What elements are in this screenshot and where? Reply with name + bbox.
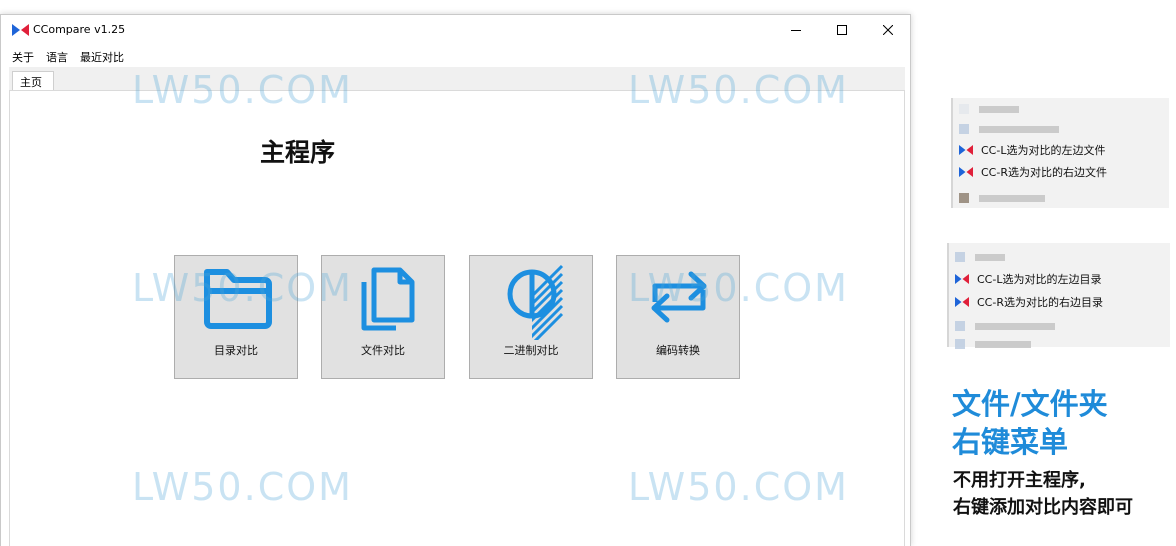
title-bar[interactable]: CCompare v1.25 xyxy=(1,15,910,45)
encoding-convert-button[interactable]: 编码转换 xyxy=(616,255,740,379)
blurred-menu-item xyxy=(959,124,1059,134)
blurred-menu-item xyxy=(955,321,1055,331)
context-item-label: CC-R选为对比的右边文件 xyxy=(981,166,1107,179)
maximize-button[interactable] xyxy=(819,15,865,45)
ccompare-logo-icon xyxy=(12,24,29,36)
ccompare-icon xyxy=(959,145,973,155)
blurred-icon xyxy=(959,124,969,134)
blurred-icon xyxy=(955,339,965,349)
page-title: 主程序 xyxy=(260,138,336,167)
ccompare-icon xyxy=(955,297,969,307)
files-icon xyxy=(361,267,415,331)
context-item-label: CC-R选为对比的右边目录 xyxy=(977,296,1103,309)
context-item-left-file[interactable]: CC-L选为对比的左边文件 xyxy=(959,139,1105,161)
blurred-menu-item xyxy=(955,339,1031,349)
window-title: CCompare v1.25 xyxy=(33,23,126,36)
file-compare-button[interactable]: 文件对比 xyxy=(321,255,445,379)
blurred-menu-item xyxy=(959,193,1045,203)
blurred-text xyxy=(979,125,1059,133)
context-item-right-directory[interactable]: CC-R选为对比的右边目录 xyxy=(955,291,1103,313)
maximize-icon xyxy=(837,25,847,35)
blurred-icon xyxy=(959,104,969,114)
context-item-label: CC-L选为对比的左边目录 xyxy=(977,273,1102,286)
promo-headline-line1: 文件/文件夹 xyxy=(952,387,1108,421)
menu-about[interactable]: 关于 xyxy=(1,47,40,67)
menu-language[interactable]: 语言 xyxy=(40,47,74,67)
tab-home[interactable]: 主页 xyxy=(12,71,54,91)
tile-label: 编码转换 xyxy=(656,344,700,357)
blurred-text xyxy=(979,105,1019,113)
promo-headline-line2: 右键菜单 xyxy=(952,425,1069,459)
context-item-right-file[interactable]: CC-R选为对比的右边文件 xyxy=(959,161,1107,183)
blurred-menu-item xyxy=(955,252,1005,262)
menu-bar: 关于 语言 最近对比 xyxy=(1,47,130,67)
screenshot-stage: CCompare v1.25 关于 语言 最近对比 主页 主程序 目录对比 文件… xyxy=(0,0,1176,546)
blurred-menu-item xyxy=(959,104,1019,114)
blurred-icon xyxy=(959,193,969,203)
swap-arrows-icon xyxy=(651,271,707,323)
tile-label: 二进制对比 xyxy=(503,344,559,357)
tile-label: 文件对比 xyxy=(361,344,405,357)
minimize-icon xyxy=(791,30,801,31)
promo-subline1: 不用打开主程序, xyxy=(953,470,1086,491)
home-panel xyxy=(9,90,905,546)
binary-compare-button[interactable]: 二进制对比 xyxy=(469,255,593,379)
half-circle-icon xyxy=(507,264,564,340)
close-icon xyxy=(883,25,893,35)
ccompare-icon xyxy=(959,167,973,177)
blurred-text xyxy=(979,194,1045,202)
tab-strip: 主页 xyxy=(9,67,905,91)
ccompare-window: CCompare v1.25 关于 语言 最近对比 主页 主程序 目录对比 文件… xyxy=(0,14,911,546)
tile-label: 目录对比 xyxy=(214,344,258,357)
blurred-text xyxy=(975,322,1055,330)
minimize-button[interactable] xyxy=(773,15,819,45)
promo-subline2: 右键添加对比内容即可 xyxy=(953,497,1133,518)
blurred-icon xyxy=(955,321,965,331)
blurred-text xyxy=(975,253,1005,261)
directory-compare-button[interactable]: 目录对比 xyxy=(174,255,298,379)
folder-context-menu: CC-L选为对比的左边目录 CC-R选为对比的右边目录 xyxy=(947,243,1170,349)
context-item-label: CC-L选为对比的左边文件 xyxy=(981,144,1106,157)
close-button[interactable] xyxy=(865,15,911,45)
file-context-menu: CC-L选为对比的左边文件 CC-R选为对比的右边文件 xyxy=(951,98,1169,208)
ccompare-icon xyxy=(955,274,969,284)
blurred-text xyxy=(975,340,1031,348)
menu-recent[interactable]: 最近对比 xyxy=(74,47,130,67)
context-item-left-directory[interactable]: CC-L选为对比的左边目录 xyxy=(955,268,1101,290)
blurred-icon xyxy=(955,252,965,262)
folder-icon xyxy=(204,269,272,329)
